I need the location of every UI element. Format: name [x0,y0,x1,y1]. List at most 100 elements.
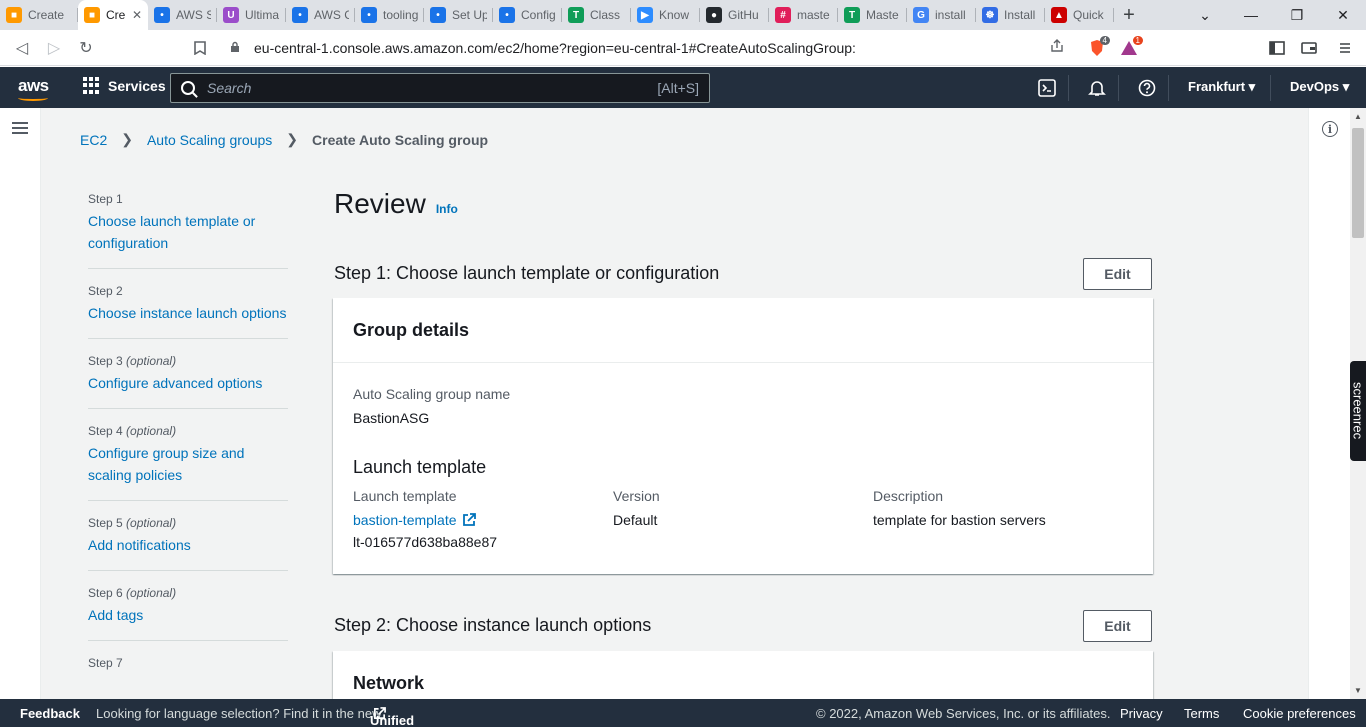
tab-label: Class [590,8,621,22]
tab-label: Quick [1073,8,1104,22]
account-menu[interactable]: DevOps ▾ [1290,79,1349,95]
step-link[interactable]: Choose instance launch options [88,302,288,324]
sidebar-toggle-icon[interactable] [1266,38,1288,58]
chevron-right-icon: ❯ [121,131,133,147]
browser-tab[interactable]: • AWS S [148,0,217,30]
network-card: Network [333,651,1153,699]
info-link[interactable]: Info [436,202,458,216]
close-window-icon[interactable]: ✕ [1320,0,1366,30]
browser-tab[interactable]: • AWS C [286,0,355,30]
maximize-icon[interactable]: ❐ [1274,0,1320,30]
aws-logo[interactable]: aws [18,76,49,101]
step-number: Step 4 (optional) [88,424,177,438]
step-link[interactable]: Add tags [88,604,288,626]
browser-tab[interactable]: U Ultima [217,0,286,30]
brave-rewards-icon[interactable]: 1 [1118,36,1143,58]
help-icon[interactable] [1137,78,1157,98]
copyright-text: © 2022, Amazon Web Services, Inc. or its… [816,706,1111,721]
launch-template-subheader: Launch template [353,457,487,477]
close-tab-icon[interactable]: ✕ [132,8,142,22]
browser-tab[interactable]: • Config [493,0,562,30]
edit-step1-button[interactable]: Edit [1083,258,1152,290]
search-icon [181,81,195,95]
browser-tab[interactable]: # maste [769,0,838,30]
launch-template-link[interactable]: bastion-template [353,509,476,531]
wizard-steps: Step 1 Choose launch template or configu… [88,190,288,699]
reload-icon[interactable]: ↻ [74,36,98,60]
brave-shields-icon[interactable]: 4 [1086,36,1110,58]
tab-label: install [935,8,966,22]
browser-tab[interactable]: ☸ Install [976,0,1045,30]
search-box[interactable]: [Alt+S] [170,73,710,103]
browser-tab[interactable]: ▶ Know [631,0,700,30]
step2-header: Step 2: Choose instance launch options [334,615,652,635]
services-label: Services [108,77,166,94]
step-link[interactable]: Configure advanced options [88,372,288,394]
unified-settings-link[interactable]: Unified Settings [370,706,414,727]
left-rail [0,108,41,699]
step-link[interactable]: Choose launch template or configuration [88,210,288,254]
tab-favicon-icon: T [844,7,860,23]
region-selector[interactable]: Frankfurt ▾ [1188,79,1255,95]
url-text: eu-central-1.console.aws.amazon.com/ec2/… [254,40,856,56]
terms-link[interactable]: Terms [1184,706,1219,721]
tab-label: Ultima [245,8,280,22]
browser-tab[interactable]: T Class [562,0,631,30]
cloudshell-icon[interactable] [1037,78,1057,98]
browser-tab-strip: ■ Create ■ Cre ✕ • AWS S U Ultima • AWS C • tooling •… [0,0,1366,30]
feedback-link[interactable]: Feedback [20,706,80,721]
side-nav-toggle-icon[interactable] [12,122,28,134]
cookie-preferences-link[interactable]: Cookie preferences [1243,706,1356,721]
share-icon[interactable] [1050,39,1064,56]
breadcrumb: EC2 ❯ Auto Scaling groups ❯ Create Auto … [80,131,488,148]
back-icon[interactable]: ◁ [10,36,34,60]
wallet-icon[interactable] [1298,38,1320,58]
browser-tab[interactable]: ■ Cre ✕ [78,0,148,30]
breadcrumb-auto-scaling-groups[interactable]: Auto Scaling groups [147,132,272,148]
tab-label: Install [1004,8,1036,22]
info-panel-icon[interactable]: i [1322,121,1338,137]
external-link-icon [462,513,476,526]
language-notice: Looking for language selection? Find it … [96,706,382,721]
tab-favicon-icon: ■ [6,7,22,23]
bookmark-icon[interactable] [188,36,212,60]
browser-tab[interactable]: • Set Up [424,0,493,30]
step-link[interactable]: Configure group size and scaling policie… [88,442,288,486]
asg-name-label: Auto Scaling group name [353,386,511,402]
search-input[interactable] [207,80,637,96]
browser-menu-icon[interactable] [1334,38,1356,58]
tab-search-icon[interactable]: ⌄ [1182,0,1228,30]
privacy-link[interactable]: Privacy [1120,706,1163,721]
browser-tab[interactable]: ● GitHu [700,0,769,30]
screenrec-widget[interactable]: screenrec [1350,361,1366,461]
edit-step2-button[interactable]: Edit [1083,610,1152,642]
minimize-icon[interactable]: — [1228,0,1274,30]
browser-tab[interactable]: ▲ Quick [1045,0,1114,30]
browser-tab[interactable]: • tooling [355,0,424,30]
scroll-down-icon[interactable]: ▼ [1354,686,1362,695]
notifications-bell-icon[interactable] [1087,78,1107,98]
forward-icon[interactable]: ▷ [42,36,66,60]
card-title: Network [353,673,425,693]
new-tab-icon[interactable]: + [1114,0,1144,30]
url-field[interactable]: eu-central-1.console.aws.amazon.com/ec2/… [220,34,1074,62]
breadcrumb-ec2[interactable]: EC2 [80,132,107,148]
tab-favicon-icon: • [154,7,170,23]
scrollbar-thumb[interactable] [1352,128,1364,238]
services-grid-icon [83,77,100,94]
tab-favicon-icon: • [430,7,446,23]
browser-tab[interactable]: T Maste [838,0,907,30]
version-value: Default [613,512,658,528]
browser-tab[interactable]: Ginstall [907,0,976,30]
step-link[interactable]: Add notifications [88,534,288,556]
wizard-step-6: Step 6 (optional) Add tags [88,584,288,641]
step-number: Step 2 [88,284,123,298]
services-menu-button[interactable]: Services [83,77,166,94]
page-title-row: Review Info [334,188,458,220]
brave-badge: 4 [1099,36,1110,45]
tab-favicon-icon: U [223,7,239,23]
browser-tab[interactable]: ■ Create [0,0,78,30]
tab-label: AWS C [314,8,349,22]
tab-favicon-icon: • [499,7,515,23]
scroll-up-icon[interactable]: ▲ [1354,112,1362,121]
